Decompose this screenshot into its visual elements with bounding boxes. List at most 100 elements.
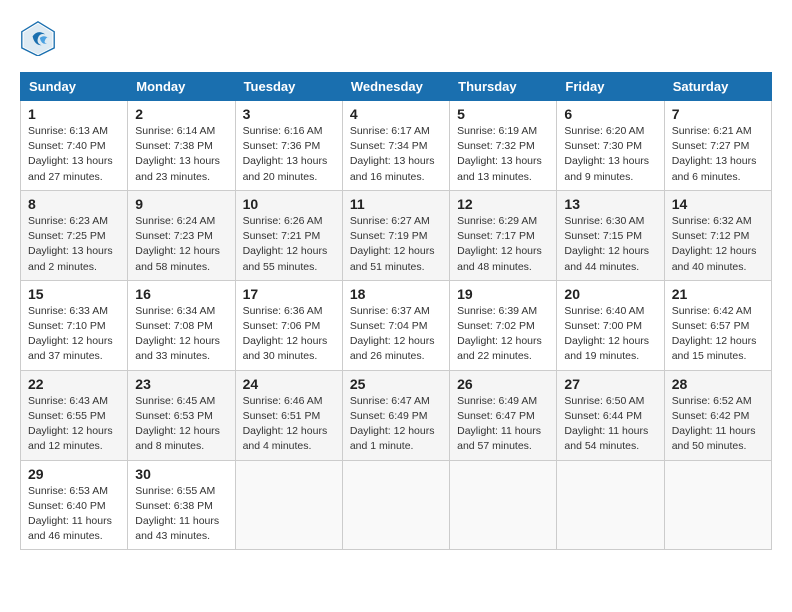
day-number: 13 [564,196,656,212]
day-number: 17 [243,286,335,302]
day-number: 23 [135,376,227,392]
calendar-day-cell: 10 Sunrise: 6:26 AM Sunset: 7:21 PM Dayl… [235,190,342,280]
calendar-day-cell: 23 Sunrise: 6:45 AM Sunset: 6:53 PM Dayl… [128,370,235,460]
calendar-week-row: 15 Sunrise: 6:33 AM Sunset: 7:10 PM Dayl… [21,280,772,370]
calendar-day-cell: 12 Sunrise: 6:29 AM Sunset: 7:17 PM Dayl… [450,190,557,280]
calendar-day-cell: 3 Sunrise: 6:16 AM Sunset: 7:36 PM Dayli… [235,101,342,191]
day-info: Sunrise: 6:33 AM Sunset: 7:10 PM Dayligh… [28,304,120,365]
day-info: Sunrise: 6:14 AM Sunset: 7:38 PM Dayligh… [135,124,227,185]
day-of-week-header: Tuesday [235,73,342,101]
day-info: Sunrise: 6:27 AM Sunset: 7:19 PM Dayligh… [350,214,442,275]
logo-icon [20,20,56,56]
day-number: 16 [135,286,227,302]
calendar-day-cell: 25 Sunrise: 6:47 AM Sunset: 6:49 PM Dayl… [342,370,449,460]
calendar-day-cell: 14 Sunrise: 6:32 AM Sunset: 7:12 PM Dayl… [664,190,771,280]
day-info: Sunrise: 6:20 AM Sunset: 7:30 PM Dayligh… [564,124,656,185]
day-number: 11 [350,196,442,212]
day-info: Sunrise: 6:21 AM Sunset: 7:27 PM Dayligh… [672,124,764,185]
calendar-day-cell: 4 Sunrise: 6:17 AM Sunset: 7:34 PM Dayli… [342,101,449,191]
day-info: Sunrise: 6:13 AM Sunset: 7:40 PM Dayligh… [28,124,120,185]
calendar-day-cell: 28 Sunrise: 6:52 AM Sunset: 6:42 PM Dayl… [664,370,771,460]
day-number: 12 [457,196,549,212]
day-number: 28 [672,376,764,392]
calendar-day-cell [664,460,771,550]
calendar-day-cell: 1 Sunrise: 6:13 AM Sunset: 7:40 PM Dayli… [21,101,128,191]
day-info: Sunrise: 6:40 AM Sunset: 7:00 PM Dayligh… [564,304,656,365]
day-info: Sunrise: 6:52 AM Sunset: 6:42 PM Dayligh… [672,394,764,455]
logo [20,20,62,56]
calendar-day-cell: 30 Sunrise: 6:55 AM Sunset: 6:38 PM Dayl… [128,460,235,550]
day-info: Sunrise: 6:17 AM Sunset: 7:34 PM Dayligh… [350,124,442,185]
day-number: 4 [350,106,442,122]
calendar-day-cell [235,460,342,550]
day-number: 2 [135,106,227,122]
day-number: 21 [672,286,764,302]
page-header [20,20,772,56]
day-info: Sunrise: 6:32 AM Sunset: 7:12 PM Dayligh… [672,214,764,275]
calendar-week-row: 1 Sunrise: 6:13 AM Sunset: 7:40 PM Dayli… [21,101,772,191]
day-of-week-header: Friday [557,73,664,101]
calendar-table: SundayMondayTuesdayWednesdayThursdayFrid… [20,72,772,550]
day-of-week-header: Sunday [21,73,128,101]
calendar-day-cell: 9 Sunrise: 6:24 AM Sunset: 7:23 PM Dayli… [128,190,235,280]
day-number: 14 [672,196,764,212]
day-number: 9 [135,196,227,212]
day-info: Sunrise: 6:26 AM Sunset: 7:21 PM Dayligh… [243,214,335,275]
day-number: 29 [28,466,120,482]
day-of-week-header: Thursday [450,73,557,101]
day-number: 5 [457,106,549,122]
calendar-day-cell: 27 Sunrise: 6:50 AM Sunset: 6:44 PM Dayl… [557,370,664,460]
calendar-day-cell: 29 Sunrise: 6:53 AM Sunset: 6:40 PM Dayl… [21,460,128,550]
day-info: Sunrise: 6:30 AM Sunset: 7:15 PM Dayligh… [564,214,656,275]
calendar-day-cell: 16 Sunrise: 6:34 AM Sunset: 7:08 PM Dayl… [128,280,235,370]
calendar-day-cell: 13 Sunrise: 6:30 AM Sunset: 7:15 PM Dayl… [557,190,664,280]
calendar-day-cell: 2 Sunrise: 6:14 AM Sunset: 7:38 PM Dayli… [128,101,235,191]
calendar-week-row: 22 Sunrise: 6:43 AM Sunset: 6:55 PM Dayl… [21,370,772,460]
day-info: Sunrise: 6:34 AM Sunset: 7:08 PM Dayligh… [135,304,227,365]
day-number: 10 [243,196,335,212]
calendar-day-cell: 26 Sunrise: 6:49 AM Sunset: 6:47 PM Dayl… [450,370,557,460]
calendar-day-cell: 6 Sunrise: 6:20 AM Sunset: 7:30 PM Dayli… [557,101,664,191]
day-info: Sunrise: 6:37 AM Sunset: 7:04 PM Dayligh… [350,304,442,365]
day-number: 25 [350,376,442,392]
day-number: 7 [672,106,764,122]
day-number: 1 [28,106,120,122]
calendar-week-row: 8 Sunrise: 6:23 AM Sunset: 7:25 PM Dayli… [21,190,772,280]
calendar-day-cell: 21 Sunrise: 6:42 AM Sunset: 6:57 PM Dayl… [664,280,771,370]
calendar-day-cell: 20 Sunrise: 6:40 AM Sunset: 7:00 PM Dayl… [557,280,664,370]
calendar-header-row: SundayMondayTuesdayWednesdayThursdayFrid… [21,73,772,101]
day-number: 8 [28,196,120,212]
calendar-day-cell: 24 Sunrise: 6:46 AM Sunset: 6:51 PM Dayl… [235,370,342,460]
calendar-day-cell [557,460,664,550]
day-info: Sunrise: 6:19 AM Sunset: 7:32 PM Dayligh… [457,124,549,185]
calendar-day-cell: 7 Sunrise: 6:21 AM Sunset: 7:27 PM Dayli… [664,101,771,191]
calendar-day-cell: 22 Sunrise: 6:43 AM Sunset: 6:55 PM Dayl… [21,370,128,460]
calendar-day-cell: 18 Sunrise: 6:37 AM Sunset: 7:04 PM Dayl… [342,280,449,370]
day-info: Sunrise: 6:39 AM Sunset: 7:02 PM Dayligh… [457,304,549,365]
day-of-week-header: Wednesday [342,73,449,101]
day-info: Sunrise: 6:36 AM Sunset: 7:06 PM Dayligh… [243,304,335,365]
calendar-day-cell: 15 Sunrise: 6:33 AM Sunset: 7:10 PM Dayl… [21,280,128,370]
day-info: Sunrise: 6:50 AM Sunset: 6:44 PM Dayligh… [564,394,656,455]
calendar-day-cell: 5 Sunrise: 6:19 AM Sunset: 7:32 PM Dayli… [450,101,557,191]
calendar-day-cell: 11 Sunrise: 6:27 AM Sunset: 7:19 PM Dayl… [342,190,449,280]
day-info: Sunrise: 6:42 AM Sunset: 6:57 PM Dayligh… [672,304,764,365]
day-info: Sunrise: 6:24 AM Sunset: 7:23 PM Dayligh… [135,214,227,275]
day-info: Sunrise: 6:47 AM Sunset: 6:49 PM Dayligh… [350,394,442,455]
day-number: 15 [28,286,120,302]
calendar-day-cell [342,460,449,550]
day-number: 6 [564,106,656,122]
day-number: 20 [564,286,656,302]
day-info: Sunrise: 6:16 AM Sunset: 7:36 PM Dayligh… [243,124,335,185]
calendar-day-cell: 17 Sunrise: 6:36 AM Sunset: 7:06 PM Dayl… [235,280,342,370]
day-number: 18 [350,286,442,302]
day-number: 26 [457,376,549,392]
day-of-week-header: Monday [128,73,235,101]
day-info: Sunrise: 6:43 AM Sunset: 6:55 PM Dayligh… [28,394,120,455]
day-info: Sunrise: 6:55 AM Sunset: 6:38 PM Dayligh… [135,484,227,545]
day-info: Sunrise: 6:53 AM Sunset: 6:40 PM Dayligh… [28,484,120,545]
calendar-week-row: 29 Sunrise: 6:53 AM Sunset: 6:40 PM Dayl… [21,460,772,550]
day-info: Sunrise: 6:49 AM Sunset: 6:47 PM Dayligh… [457,394,549,455]
day-info: Sunrise: 6:23 AM Sunset: 7:25 PM Dayligh… [28,214,120,275]
day-info: Sunrise: 6:46 AM Sunset: 6:51 PM Dayligh… [243,394,335,455]
